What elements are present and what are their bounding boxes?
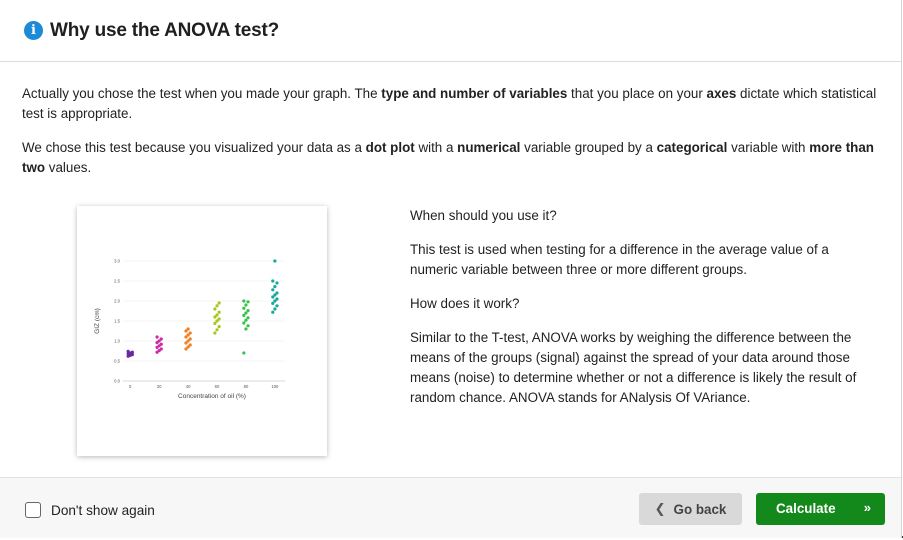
- data-point: [213, 307, 217, 311]
- how-heading: How does it work?: [410, 296, 520, 311]
- x-tick-label: 60: [215, 384, 220, 389]
- data-point: [213, 331, 217, 335]
- intro-paragraph-1-run: that you place on your: [567, 86, 707, 101]
- dialog-footer: Don't show again ❮ Go back Calculate »: [0, 477, 901, 538]
- x-tick-label: 80: [244, 384, 249, 389]
- data-point: [244, 318, 248, 322]
- data-point: [215, 313, 219, 317]
- calculate-label: Calculate: [776, 501, 836, 516]
- data-point: [126, 349, 130, 353]
- how-text: Similar to the T-test, ANOVA works by we…: [410, 330, 857, 405]
- intro-paragraph-1-run: type and number of variables: [381, 86, 568, 101]
- data-point: [275, 304, 279, 308]
- data-point: [242, 351, 246, 355]
- intro-paragraph-1-run: axes: [706, 86, 737, 101]
- data-point: [217, 325, 221, 329]
- anova-info-dialog: i Why use the ANOVA test? Actually you c…: [0, 0, 902, 538]
- data-point: [188, 343, 192, 347]
- x-tick-label: 20: [157, 384, 162, 389]
- dialog-title: Why use the ANOVA test?: [50, 19, 280, 41]
- intro-paragraph-2-run: values.: [45, 160, 92, 175]
- data-point: [159, 347, 163, 351]
- data-point: [246, 300, 250, 304]
- data-point: [242, 306, 246, 310]
- data-point: [213, 321, 217, 325]
- data-point: [217, 317, 221, 321]
- y-axis-title: GIZ (cm): [94, 308, 101, 334]
- go-back-button[interactable]: ❮ Go back: [639, 493, 742, 525]
- data-point: [188, 331, 192, 335]
- when-heading: When should you use it?: [410, 208, 557, 223]
- data-point: [246, 316, 250, 320]
- double-chevron-right-icon: »: [863, 500, 871, 515]
- x-tick-label: 0: [129, 384, 132, 389]
- data-point: [244, 327, 248, 331]
- intro-paragraph-2: We chose this test because you visualize…: [22, 138, 882, 178]
- intro-paragraph-2-run: categorical: [656, 140, 728, 155]
- dont-show-again-checkbox[interactable]: [25, 502, 41, 518]
- chevron-left-icon: ❮: [654, 501, 666, 516]
- data-point: [273, 307, 277, 311]
- go-back-label: Go back: [673, 501, 727, 517]
- data-point: [271, 288, 275, 292]
- intro-paragraph-1-run: Actually you chose the test when you mad…: [22, 86, 382, 101]
- intro-paragraph-1: Actually you chose the test when you mad…: [22, 84, 882, 124]
- data-point: [186, 327, 190, 331]
- y-tick-label: 1.0: [114, 339, 120, 344]
- data-point: [244, 303, 248, 307]
- data-point: [242, 299, 246, 303]
- data-point: [217, 310, 221, 314]
- y-tick-label: 0.0: [114, 379, 120, 384]
- data-point: [271, 279, 275, 283]
- data-point: [271, 310, 275, 314]
- data-point: [275, 291, 279, 295]
- data-point: [273, 259, 277, 263]
- data-point: [215, 328, 219, 332]
- x-tick-label: 40: [186, 384, 191, 389]
- intro-paragraph-2-run: with a: [414, 140, 458, 155]
- data-point: [217, 301, 221, 305]
- data-point: [246, 309, 250, 313]
- data-point: [215, 304, 219, 308]
- y-tick-label: 1.5: [114, 319, 120, 324]
- data-point: [271, 301, 275, 305]
- data-point: [275, 281, 279, 285]
- data-point: [159, 342, 163, 346]
- dot-plot-chart: 0.0 0.5 1.0 1.5 2.0 2.5 3.0 0 20 40 60 80 100 Concent…: [94, 259, 285, 400]
- x-tick-label: 100: [271, 384, 279, 389]
- data-point: [130, 350, 134, 354]
- data-point: [242, 321, 246, 325]
- intro-paragraph-2-run: We chose this test because you visualize…: [22, 140, 366, 155]
- y-tick-label: 2.0: [114, 299, 120, 304]
- dot-plot-card: 0.0 0.5 1.0 1.5 2.0 2.5 3.0 0 20 40 60 80 100 Concent…: [77, 206, 327, 456]
- data-point: [242, 313, 246, 317]
- data-point: [275, 297, 279, 301]
- data-point: [188, 337, 192, 341]
- data-point: [159, 337, 163, 341]
- data-point: [155, 335, 159, 339]
- intro-paragraph-2-run: dot plot: [365, 140, 415, 155]
- intro-paragraph-2-run: numerical: [457, 140, 521, 155]
- when-text: This test is used when testing for a dif…: [410, 242, 829, 277]
- dialog-header: i Why use the ANOVA test?: [0, 0, 901, 62]
- y-tick-label: 3.0: [114, 259, 120, 264]
- info-icon: i: [24, 21, 43, 40]
- intro-paragraph-2-run: variable with: [727, 140, 810, 155]
- intro-paragraph-2-run: variable grouped by a: [520, 140, 657, 155]
- data-point: [246, 324, 250, 328]
- data-point: [273, 285, 277, 289]
- dont-show-again-label[interactable]: Don't show again: [51, 503, 155, 518]
- calculate-button[interactable]: Calculate »: [756, 493, 885, 525]
- x-axis-title: Concentration of oil (%): [178, 393, 246, 400]
- data-point: [244, 311, 248, 315]
- y-tick-label: 2.5: [114, 279, 120, 284]
- y-tick-label: 0.5: [114, 359, 120, 364]
